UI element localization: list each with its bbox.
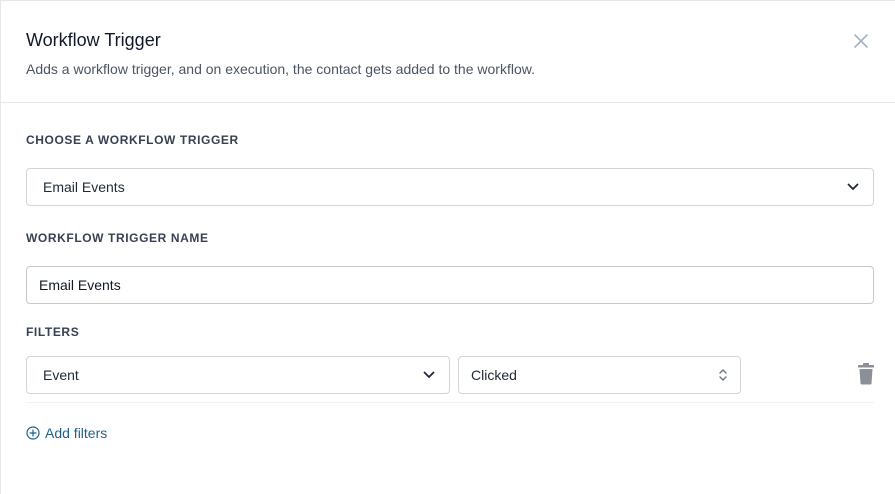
trigger-name-label: WORKFLOW TRIGGER NAME (26, 231, 209, 245)
workflow-trigger-panel: Workflow Trigger Adds a workflow trigger… (0, 0, 895, 494)
panel-header: Workflow Trigger Adds a workflow trigger… (1, 1, 895, 103)
add-filters-button[interactable]: Add filters (26, 425, 107, 441)
plus-circle-icon (26, 426, 40, 440)
filters-label: FILTERS (26, 325, 80, 339)
workflow-trigger-selected-value: Email Events (43, 179, 125, 195)
close-icon (854, 34, 868, 48)
workflow-trigger-select[interactable]: Email Events (26, 168, 874, 206)
workflow-trigger-name-input[interactable] (26, 266, 874, 304)
panel-subtitle: Adds a workflow trigger, and on executio… (26, 61, 535, 77)
filter-value-select[interactable]: Clicked (458, 356, 741, 394)
chevron-up-down-icon (718, 367, 728, 383)
close-button[interactable] (849, 29, 873, 53)
panel-title: Workflow Trigger (26, 30, 161, 50)
filter-value: Clicked (471, 367, 517, 383)
add-filters-label: Add filters (45, 425, 108, 441)
filter-field-value: Event (43, 367, 79, 383)
trash-icon (858, 363, 874, 385)
delete-filter-button[interactable] (856, 363, 876, 385)
chevron-down-icon (847, 183, 859, 191)
filter-field-select[interactable]: Event (26, 356, 450, 394)
trigger-section-label: CHOOSE A WORKFLOW TRIGGER (26, 133, 239, 147)
chevron-down-icon (423, 371, 435, 379)
